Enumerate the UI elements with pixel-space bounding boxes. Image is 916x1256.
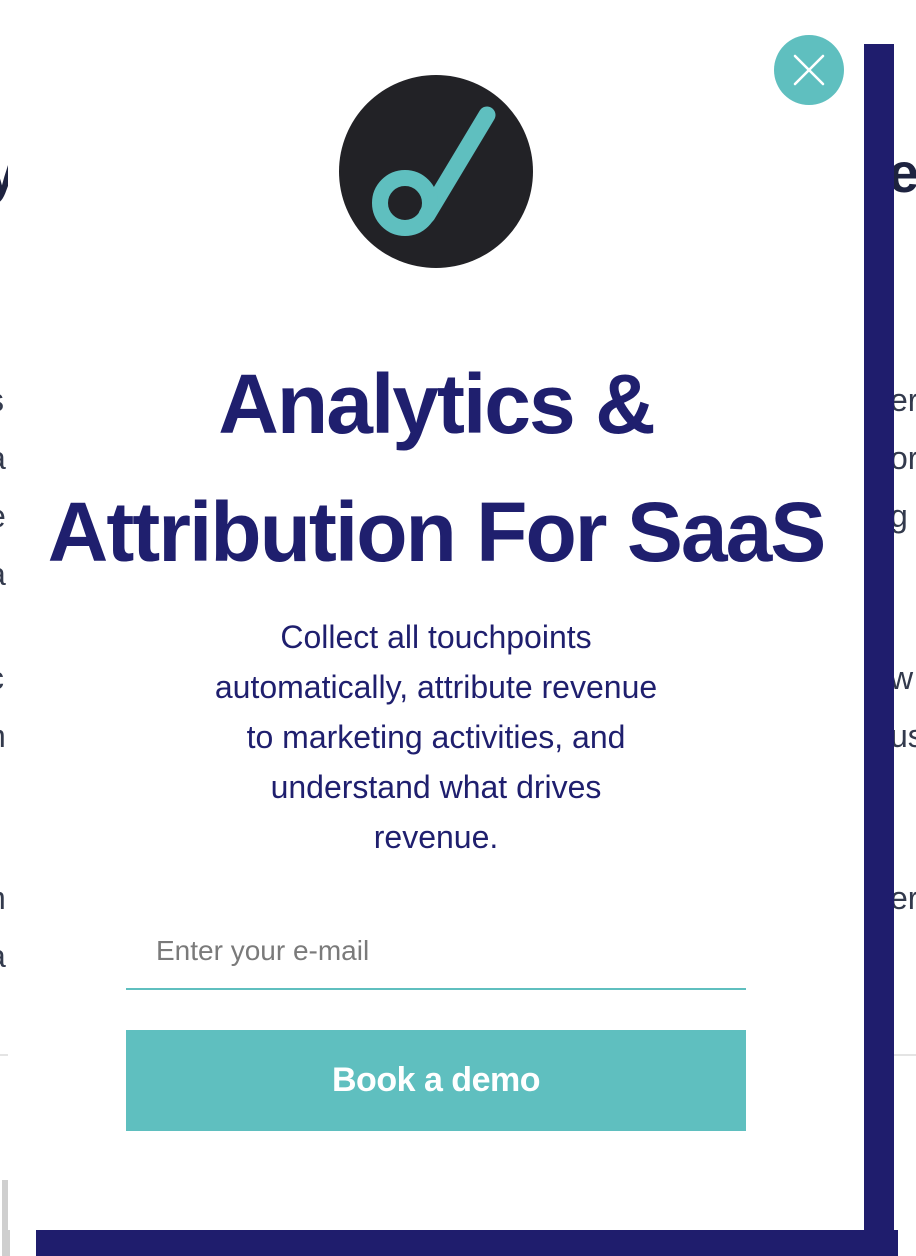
background-text-fragment: s [0, 380, 4, 420]
attribution-app-logo-icon [339, 75, 533, 268]
modal-subtitle: Collect all touchpoints automatically, a… [176, 612, 696, 862]
close-button[interactable] [774, 35, 844, 105]
modal-title-line: Attribution For SaaS [47, 485, 827, 579]
background-text-fragment: a [0, 936, 6, 976]
background-text-fragment: n [0, 716, 6, 756]
modal-subtitle-line: automatically, attribute revenue [214, 669, 658, 705]
modal-subtitle-line: to marketing activities, and [246, 719, 626, 755]
email-input[interactable] [126, 914, 746, 988]
book-demo-button[interactable]: Book a demo [126, 1030, 746, 1131]
background-text-fragment: a [0, 554, 6, 594]
modal-subtitle-line: understand what drives [270, 769, 602, 805]
modal-title-line: Analytics & [218, 357, 655, 451]
close-icon [793, 54, 825, 86]
background-text-fragment: h [0, 878, 6, 918]
background-text-fragment: a [0, 438, 6, 478]
background-text-fragment: c [0, 658, 4, 698]
modal-title: Analytics & Attribution For SaaS [20, 340, 852, 596]
background-text-fragment: e [0, 496, 6, 536]
email-field-wrapper [126, 914, 746, 990]
modal-subtitle-line: revenue. [373, 819, 499, 855]
modal-subtitle-line: Collect all touchpoints [280, 619, 592, 655]
